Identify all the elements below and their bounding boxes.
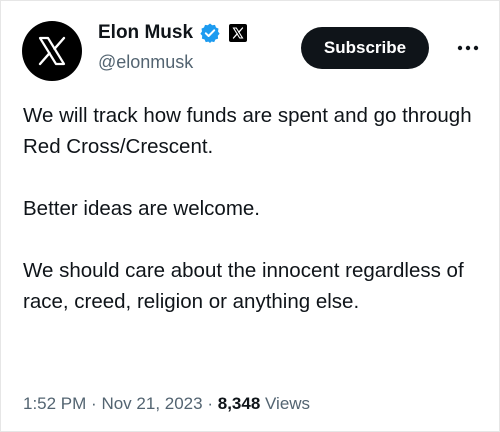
- views-label: Views: [265, 394, 311, 413]
- tweet-paragraph: We should care about the innocent regard…: [23, 259, 464, 313]
- tweet-time[interactable]: 1:52 PM: [23, 394, 86, 413]
- more-icon[interactable]: [455, 38, 481, 58]
- tweet-paragraph: We will track how funds are spent and go…: [23, 104, 472, 158]
- views-count: 8,348: [217, 394, 261, 413]
- tweet-date[interactable]: Nov 21, 2023: [101, 394, 202, 413]
- x-logo-icon: [37, 36, 67, 66]
- meta-separator: ·: [91, 394, 97, 413]
- meta-separator: ·: [207, 394, 213, 413]
- screenshot-frame: Elon Musk @elonmusk Subscribe We will tr…: [0, 0, 500, 432]
- avatar[interactable]: [22, 21, 82, 81]
- x-affiliate-icon[interactable]: [229, 24, 248, 42]
- author-handle[interactable]: @elonmusk: [98, 52, 193, 73]
- tweet-text: We will track how funds are spent and go…: [23, 100, 485, 317]
- tweet-paragraph: Better ideas are welcome.: [23, 197, 261, 220]
- tweet-meta: 1:52 PM · Nov 21, 2023 · 8,348 Views: [23, 394, 310, 414]
- subscribe-button[interactable]: Subscribe: [301, 27, 429, 69]
- tweet-card: Elon Musk @elonmusk Subscribe We will tr…: [9, 8, 493, 426]
- author-display-name[interactable]: Elon Musk: [98, 22, 193, 44]
- author-name-row: Elon Musk: [98, 22, 248, 44]
- verified-badge-icon[interactable]: [199, 22, 221, 44]
